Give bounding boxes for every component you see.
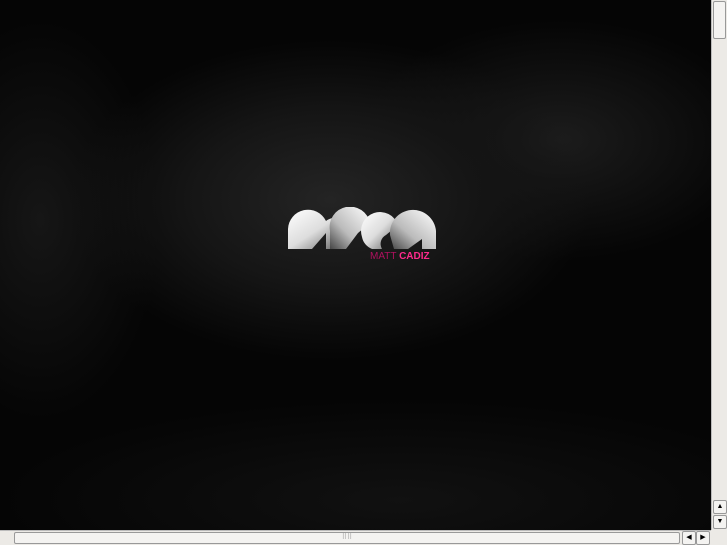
scrollbar-corner — [711, 530, 727, 545]
vertical-scroll-thumb[interactable] — [713, 1, 726, 39]
horizontal-scrollbar[interactable]: ⠿⠿ ◀ ▶ — [0, 530, 711, 545]
name-first: MATT — [370, 251, 397, 262]
horizontal-scroll-thumb[interactable]: ⠿⠿ — [14, 532, 680, 544]
scroll-up-button[interactable]: ▲ — [713, 500, 727, 514]
scroll-down-button[interactable]: ▼ — [713, 515, 727, 529]
site-title: MATT CADIZ — [370, 251, 430, 262]
scroll-right-button[interactable]: ▶ — [696, 531, 710, 545]
scroll-left-button[interactable]: ◀ — [682, 531, 696, 545]
name-last: CADIZ — [399, 251, 430, 262]
splash-background: MATT CADIZ — [0, 0, 711, 530]
vertical-scrollbar[interactable]: ▲ ▼ — [711, 0, 727, 530]
